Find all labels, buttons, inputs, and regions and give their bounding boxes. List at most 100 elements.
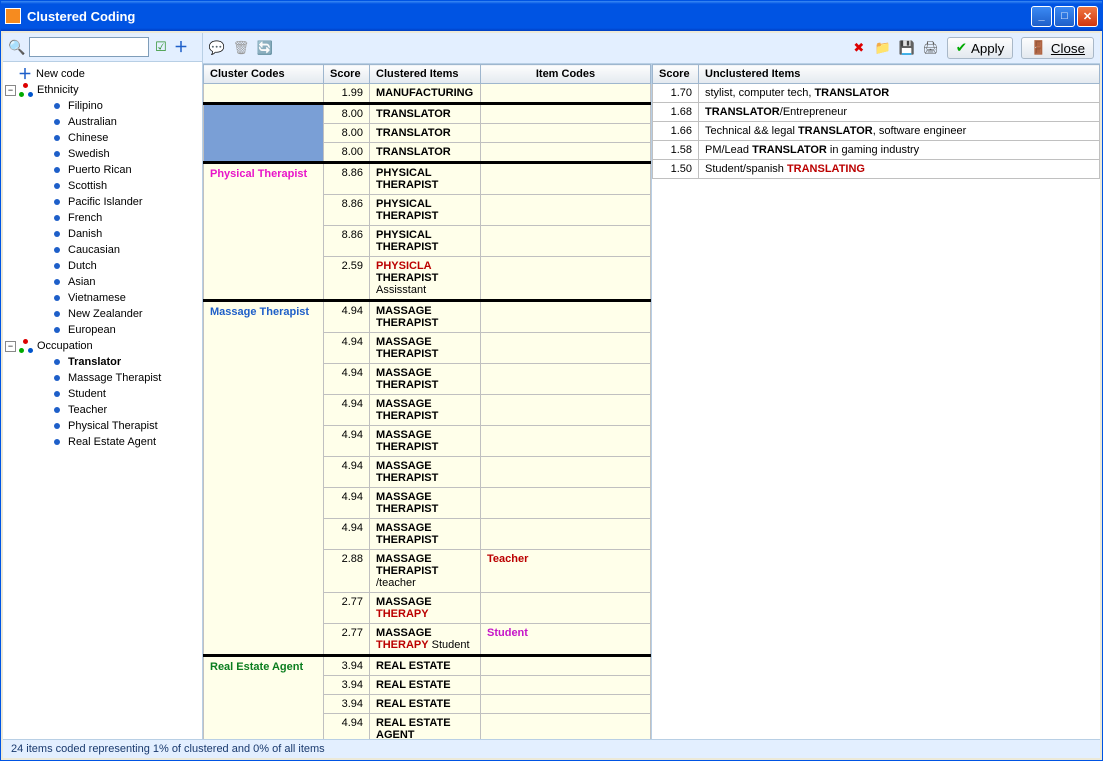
table-row[interactable]: 1.50Student/spanish TRANSLATING: [653, 160, 1100, 179]
item-cell: PHYSICAL THERAPIST: [370, 226, 481, 257]
tree-item[interactable]: Translator: [3, 354, 202, 370]
tree-toolbar: 🔍 ☑ ＋: [3, 33, 202, 62]
item-code-cell: [481, 195, 651, 226]
tree-item[interactable]: Student: [3, 386, 202, 402]
item-code-cell: [481, 226, 651, 257]
collapse-icon[interactable]: −: [5, 341, 16, 352]
table-row[interactable]: 1.68TRANSLATOR/Entrepreneur: [653, 103, 1100, 122]
col-item-codes[interactable]: Item Codes: [481, 65, 651, 84]
tree-item[interactable]: Puerto Rican: [3, 162, 202, 178]
bullet-icon: [50, 435, 64, 449]
tree-item[interactable]: European: [3, 322, 202, 338]
table-row[interactable]: Physical Therapist8.86PHYSICAL THERAPIST: [204, 163, 651, 195]
tree-item[interactable]: Chinese: [3, 130, 202, 146]
codes-icon: [19, 339, 33, 353]
table-row[interactable]: 1.99MANUFACTURING: [204, 84, 651, 104]
col-score-right[interactable]: Score: [653, 65, 699, 84]
tree-item[interactable]: French: [3, 210, 202, 226]
item-code-cell: [481, 143, 651, 163]
bullet-icon: [50, 179, 64, 193]
minimize-button[interactable]: _: [1031, 6, 1052, 27]
item-cell: MASSAGE THERAPIST: [370, 488, 481, 519]
app-window: Clustered Coding _ □ ✕ 🔍 ☑ ＋ ＋New code−E…: [0, 0, 1103, 761]
tree-item[interactable]: Caucasian: [3, 242, 202, 258]
table-row[interactable]: 1.70stylist, computer tech, TRANSLATOR: [653, 84, 1100, 103]
cluster-code-cell[interactable]: Physical Therapist: [204, 163, 324, 301]
save-icon[interactable]: 💾: [899, 40, 915, 56]
apply-button[interactable]: ✔Apply: [947, 37, 1014, 59]
score-cell: 4.94: [324, 457, 370, 488]
bullet-icon: [50, 131, 64, 145]
col-score[interactable]: Score: [324, 65, 370, 84]
titlebar[interactable]: Clustered Coding _ □ ✕: [1, 1, 1102, 31]
cluster-code-cell[interactable]: [204, 84, 324, 104]
delete-icon[interactable]: 🗑: [233, 40, 249, 56]
item-code-cell: [481, 488, 651, 519]
table-row[interactable]: Massage Therapist4.94MASSAGE THERAPIST: [204, 301, 651, 333]
bullet-icon: [50, 195, 64, 209]
item-code-cell: [481, 84, 651, 104]
tree-item[interactable]: −Occupation: [3, 338, 202, 354]
table-row[interactable]: 1.66Technical && legal TRANSLATOR, softw…: [653, 122, 1100, 141]
tree-item[interactable]: Pacific Islander: [3, 194, 202, 210]
tree-item[interactable]: Massage Therapist: [3, 370, 202, 386]
tree-item[interactable]: ＋New code: [3, 66, 202, 82]
maximize-button[interactable]: □: [1054, 6, 1075, 27]
speech-icon[interactable]: 💬: [209, 40, 225, 56]
print-icon[interactable]: 🖨: [923, 40, 939, 56]
clustered-grid[interactable]: Cluster Codes Score Clustered Items Item…: [203, 64, 651, 739]
tree-item[interactable]: Physical Therapist: [3, 418, 202, 434]
score-cell: 1.66: [653, 122, 699, 141]
bullet-icon: [50, 227, 64, 241]
score-cell: 4.94: [324, 301, 370, 333]
tree-item[interactable]: Swedish: [3, 146, 202, 162]
code-tree[interactable]: ＋New code−EthnicityFilipinoAustralianChi…: [3, 62, 203, 454]
refresh-icon[interactable]: 🔄: [257, 40, 273, 56]
score-cell: 3.94: [324, 695, 370, 714]
tree-item[interactable]: Danish: [3, 226, 202, 242]
item-cell: Technical && legal TRANSLATOR, software …: [699, 122, 1100, 141]
tree-item[interactable]: −Ethnicity: [3, 82, 202, 98]
close-window-button[interactable]: ✕: [1077, 6, 1098, 27]
folder-icon[interactable]: 📁: [875, 40, 891, 56]
item-cell: PM/Lead TRANSLATOR in gaming industry: [699, 141, 1100, 160]
bullet-icon: [50, 115, 64, 129]
unclustered-grid[interactable]: Score Unclustered Items 1.70stylist, com…: [651, 64, 1100, 739]
collapse-icon[interactable]: −: [5, 85, 16, 96]
cluster-code-cell[interactable]: Real Estate Agent: [204, 656, 324, 740]
tree-item[interactable]: New Zealander: [3, 306, 202, 322]
score-cell: 8.86: [324, 163, 370, 195]
bullet-icon: [50, 387, 64, 401]
tree-item[interactable]: Scottish: [3, 178, 202, 194]
close-button[interactable]: 🚪Close: [1021, 37, 1094, 59]
table-row[interactable]: 8.00TRANSLATOR: [204, 104, 651, 124]
item-code-cell: [481, 124, 651, 143]
score-cell: 4.94: [324, 395, 370, 426]
tree-item[interactable]: Asian: [3, 274, 202, 290]
tree-item[interactable]: Dutch: [3, 258, 202, 274]
col-unclustered[interactable]: Unclustered Items: [699, 65, 1100, 84]
window-title: Clustered Coding: [27, 9, 1031, 24]
col-cluster-codes[interactable]: Cluster Codes: [204, 65, 324, 84]
search-input[interactable]: [29, 37, 149, 57]
tree-item[interactable]: Real Estate Agent: [3, 434, 202, 450]
item-code-cell: [481, 301, 651, 333]
tree-item[interactable]: Australian: [3, 114, 202, 130]
checklist-icon[interactable]: ☑: [153, 39, 169, 55]
item-code-cell: [481, 457, 651, 488]
item-cell: MASSAGE THERAPIST: [370, 301, 481, 333]
table-row[interactable]: Real Estate Agent3.94REAL ESTATE: [204, 656, 651, 676]
add-icon[interactable]: ＋: [173, 39, 189, 55]
tree-item[interactable]: Vietnamese: [3, 290, 202, 306]
cluster-code-cell[interactable]: [204, 104, 324, 163]
remove-icon[interactable]: ✖: [851, 40, 867, 56]
cluster-code-cell[interactable]: Massage Therapist: [204, 301, 324, 656]
table-row[interactable]: 1.58PM/Lead TRANSLATOR in gaming industr…: [653, 141, 1100, 160]
tree-item[interactable]: Teacher: [3, 402, 202, 418]
score-cell: 4.94: [324, 488, 370, 519]
tree-item[interactable]: Filipino: [3, 98, 202, 114]
col-clustered-items[interactable]: Clustered Items: [370, 65, 481, 84]
bullet-icon: [50, 99, 64, 113]
item-cell: PHYSICAL THERAPIST: [370, 195, 481, 226]
item-code-cell: [481, 593, 651, 624]
